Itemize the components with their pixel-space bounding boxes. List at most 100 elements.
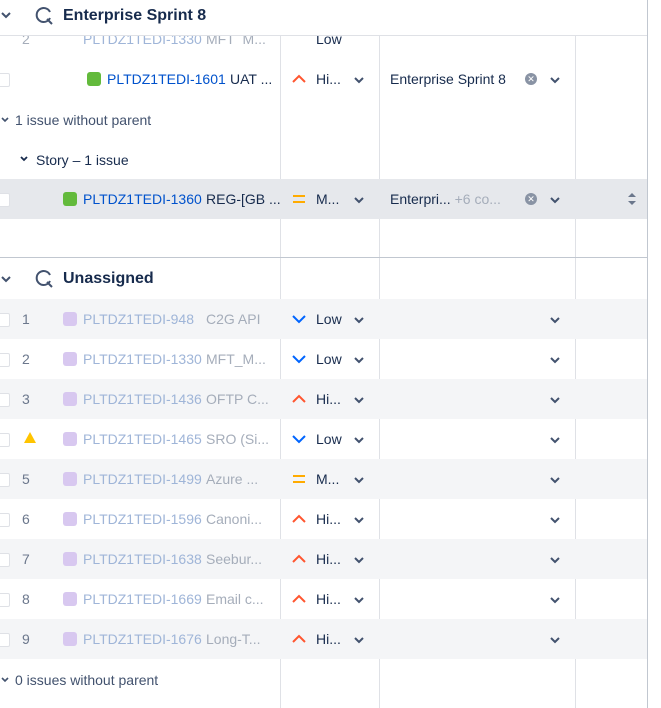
issue-key[interactable]: PLTDZ1TEDI-948 xyxy=(83,311,194,327)
row-checkbox[interactable] xyxy=(0,313,10,327)
row-checkbox[interactable] xyxy=(0,73,10,87)
chevron-down-icon[interactable] xyxy=(549,634,561,646)
priority-label: Low xyxy=(316,36,342,44)
sprint-name: Enterpri... xyxy=(390,191,451,207)
row-checkbox[interactable] xyxy=(0,393,10,407)
chevron-down-icon[interactable] xyxy=(0,9,12,21)
chevron-down-icon[interactable] xyxy=(549,74,561,86)
priority-label: Hi... xyxy=(316,551,341,567)
chevron-down-icon[interactable] xyxy=(549,594,561,606)
chevron-down-icon[interactable] xyxy=(549,354,561,366)
epic-icon xyxy=(63,352,77,366)
row-checkbox[interactable] xyxy=(0,353,10,367)
issue-summary: Long-T... xyxy=(206,631,261,647)
chevron-down-icon[interactable] xyxy=(0,273,12,285)
chevron-down-icon[interactable] xyxy=(353,474,365,486)
row-checkbox[interactable] xyxy=(0,593,10,607)
row-number: 9 xyxy=(22,631,30,647)
chevron-down-icon[interactable] xyxy=(0,115,10,125)
issue-summary: MFT_M... xyxy=(206,36,266,44)
priority-label: Hi... xyxy=(316,511,341,527)
sprint-more-count: +6 co... xyxy=(454,191,501,207)
story-icon xyxy=(87,72,101,86)
chevron-down-icon[interactable] xyxy=(353,434,365,446)
row-number: 5 xyxy=(22,471,30,487)
sprint-value[interactable]: Enterprise Sprint 8 xyxy=(390,71,506,87)
chevron-down-icon[interactable] xyxy=(353,194,365,206)
chevron-down-icon[interactable] xyxy=(353,594,365,606)
table-row[interactable]: 5 PLTDZ1TEDI-1499 Azure ... M... xyxy=(0,459,647,499)
priority-high-icon xyxy=(292,554,306,563)
table-row[interactable]: 8 PLTDZ1TEDI-1669 Email c... Hi... xyxy=(0,579,647,619)
chevron-down-icon[interactable] xyxy=(353,354,365,366)
row-checkbox[interactable] xyxy=(0,473,10,487)
chevron-down-icon[interactable] xyxy=(19,154,29,164)
row-checkbox[interactable] xyxy=(0,513,10,527)
row-checkbox[interactable] xyxy=(0,553,10,567)
table-row[interactable]: 7 PLTDZ1TEDI-1638 Seebur... Hi... xyxy=(0,539,647,579)
issue-key[interactable]: PLTDZ1TEDI-1596 xyxy=(83,511,202,527)
priority-label: Hi... xyxy=(316,391,341,407)
chevron-down-icon[interactable] xyxy=(549,554,561,566)
sprint-group-title: Enterprise Sprint 8 xyxy=(63,7,207,24)
issue-key[interactable]: PLTDZ1TEDI-1638 xyxy=(83,551,202,567)
unassigned-group-header: Unassigned xyxy=(0,258,647,298)
issue-summary: UAT ... xyxy=(230,71,273,87)
issue-summary: Azure ... xyxy=(206,471,259,487)
issue-key[interactable]: PLTDZ1TEDI-1465 xyxy=(83,431,202,447)
sprint-value[interactable]: Enterpri... +6 co... xyxy=(390,191,501,207)
table-row[interactable]: 6 PLTDZ1TEDI-1596 Canoni... Hi... xyxy=(0,499,647,539)
row-checkbox[interactable] xyxy=(0,433,10,447)
table-row[interactable]: PLTDZ1TEDI-1465 SRO (Si... Low xyxy=(0,419,647,459)
table-row[interactable]: 2 PLTDZ1TEDI-1330 MFT_M... Low xyxy=(0,36,647,44)
issue-key[interactable]: PLTDZ1TEDI-1436 xyxy=(83,391,202,407)
chevron-down-icon[interactable] xyxy=(353,74,365,86)
chevron-down-icon[interactable] xyxy=(549,314,561,326)
chevron-down-icon[interactable] xyxy=(353,554,365,566)
chevron-down-icon[interactable] xyxy=(0,675,10,685)
chevron-down-icon[interactable] xyxy=(353,314,365,326)
table-row[interactable]: 3 PLTDZ1TEDI-1436 OFTP C... Hi... xyxy=(0,379,647,419)
chevron-down-icon[interactable] xyxy=(353,634,365,646)
issue-key[interactable]: PLTDZ1TEDI-1601 xyxy=(107,71,226,87)
row-number: 3 xyxy=(22,391,30,407)
issue-summary: OFTP C... xyxy=(206,391,269,407)
issue-key[interactable]: PLTDZ1TEDI-1330 xyxy=(83,36,202,44)
chevron-down-icon[interactable] xyxy=(549,394,561,406)
clear-icon[interactable]: ✕ xyxy=(525,193,537,205)
clear-icon[interactable]: ✕ xyxy=(525,73,537,85)
story-group-toggle[interactable]: Story – 1 issue xyxy=(36,152,129,168)
chevron-down-icon[interactable] xyxy=(353,394,365,406)
issue-key[interactable]: PLTDZ1TEDI-1669 xyxy=(83,591,202,607)
row-number: 8 xyxy=(22,591,30,607)
priority-high-icon xyxy=(292,594,306,603)
epic-icon xyxy=(63,552,77,566)
row-number: 2 xyxy=(22,36,30,44)
chevron-down-icon[interactable] xyxy=(549,194,561,206)
table-row[interactable]: 2 PLTDZ1TEDI-1330 MFT_M... Low xyxy=(0,339,647,379)
epic-icon xyxy=(63,632,77,646)
row-number: 1 xyxy=(22,311,30,327)
scroll-arrows-icon[interactable] xyxy=(625,190,639,208)
issue-key[interactable]: PLTDZ1TEDI-1499 xyxy=(83,471,202,487)
table-row[interactable]: PLTDZ1TEDI-1601 UAT ... Hi... Enterprise… xyxy=(0,59,647,99)
issue-key[interactable]: PLTDZ1TEDI-1676 xyxy=(83,631,202,647)
row-checkbox[interactable] xyxy=(0,633,10,647)
chevron-down-icon[interactable] xyxy=(549,474,561,486)
no-parent-toggle[interactable]: 1 issue without parent xyxy=(15,112,151,128)
issue-key[interactable]: PLTDZ1TEDI-1330 xyxy=(83,351,202,367)
scrollbar-track[interactable] xyxy=(647,0,648,708)
no-parent-toggle[interactable]: 0 issues without parent xyxy=(15,672,158,688)
issue-summary: MFT_M... xyxy=(206,351,266,367)
table-row[interactable]: 9 PLTDZ1TEDI-1676 Long-T... Hi... xyxy=(0,619,647,659)
chevron-down-icon[interactable] xyxy=(549,514,561,526)
chevron-down-icon[interactable] xyxy=(549,434,561,446)
story-icon xyxy=(63,192,77,206)
table-row[interactable]: 1 PLTDZ1TEDI-948 C2G API Low xyxy=(0,299,647,339)
priority-label: Hi... xyxy=(316,71,341,87)
chevron-down-icon[interactable] xyxy=(353,514,365,526)
table-row[interactable]: PLTDZ1TEDI-1360 REG-[GB ... M... Enterpr… xyxy=(0,179,647,219)
issue-key[interactable]: PLTDZ1TEDI-1360 xyxy=(83,191,202,207)
row-checkbox[interactable] xyxy=(0,193,10,207)
epic-icon xyxy=(63,472,77,486)
